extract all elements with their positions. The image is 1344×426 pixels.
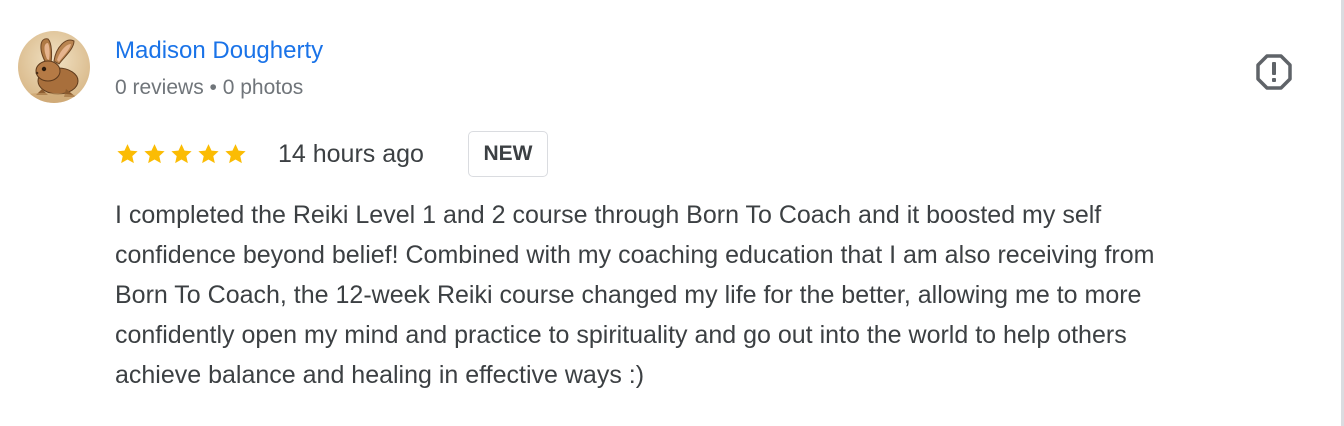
- star-icon: [169, 140, 194, 168]
- review-time: 14 hours ago: [278, 140, 424, 168]
- review-text-line: confidently open my mind and practice to…: [115, 321, 1127, 349]
- star-icon: [223, 140, 248, 168]
- rabbit-avatar-icon: [18, 31, 90, 103]
- review-text-line: confidence beyond belief! Combined with …: [115, 241, 1155, 269]
- star-icon: [196, 140, 221, 168]
- star-rating: [115, 140, 248, 168]
- avatar[interactable]: [18, 31, 90, 103]
- review-text-line: I completed the Reiki Level 1 and 2 cour…: [115, 201, 1102, 229]
- star-icon: [115, 140, 140, 168]
- review-text: I completed the Reiki Level 1 and 2 cour…: [115, 195, 1330, 395]
- star-icon: [142, 140, 167, 168]
- report-flag-icon[interactable]: [1254, 52, 1294, 92]
- new-badge: NEW: [468, 131, 548, 177]
- author-meta: 0 reviews • 0 photos: [115, 76, 304, 99]
- review-text-line: Born To Coach, the 12-week Reiki course …: [115, 281, 1142, 309]
- review-text-line: achieve balance and healing in effective…: [115, 361, 645, 389]
- author-name[interactable]: Madison Dougherty: [115, 36, 323, 66]
